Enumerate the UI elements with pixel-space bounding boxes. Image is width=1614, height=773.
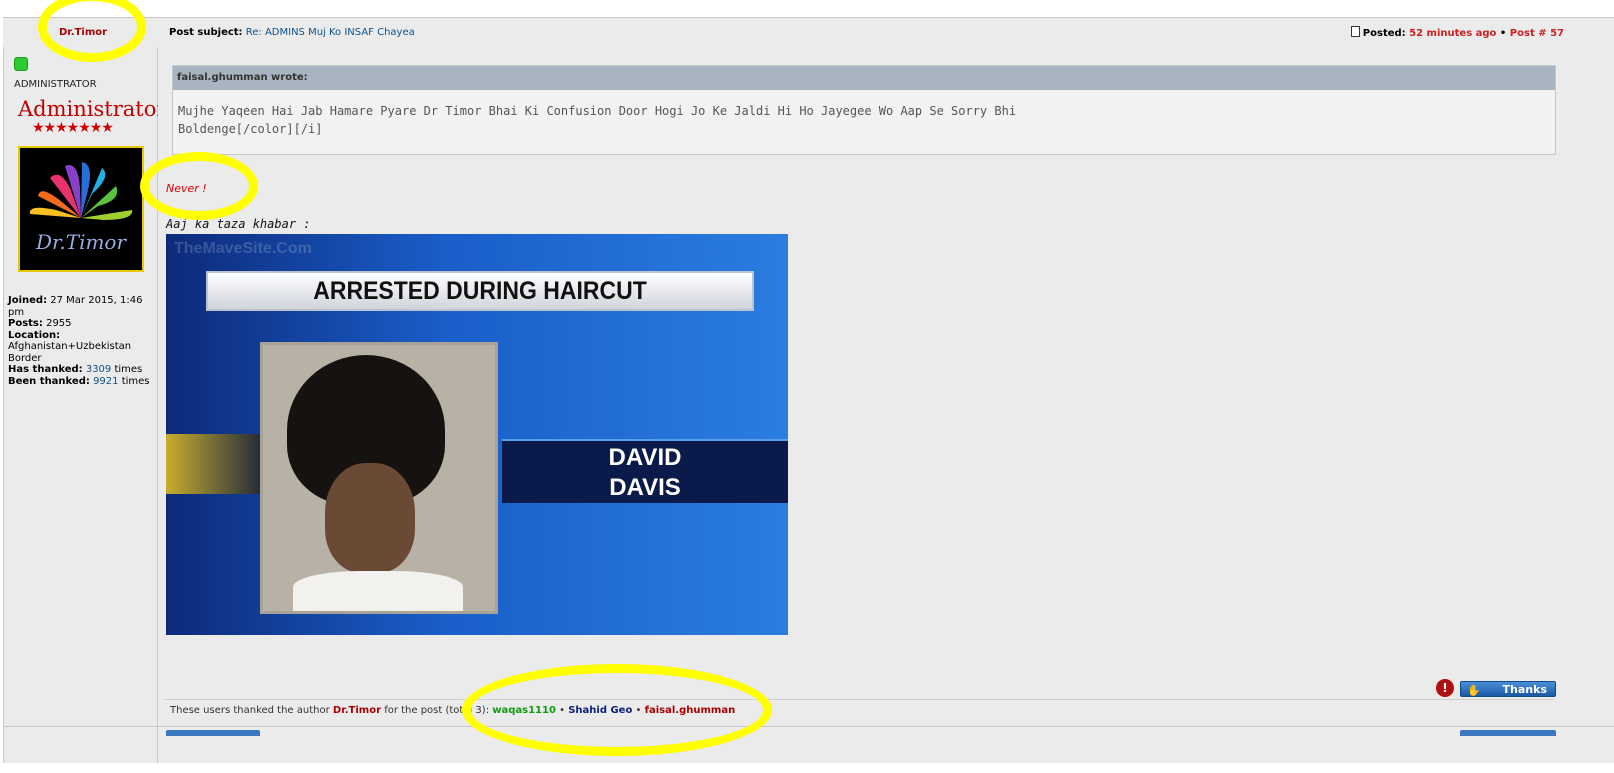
image-caption: Aaj ka taza khabar : [166,217,311,231]
avatar[interactable]: Dr.Timor [18,146,144,272]
post-subject-label: Post subject: [169,27,243,38]
thanked-user-3[interactable]: faisal.ghumman [645,705,736,716]
peacock-logo-icon [29,162,133,220]
posted-time: 52 minutes ago [1409,28,1497,39]
image-watermark: TheMaveSite.Com [174,240,312,257]
author-link[interactable]: Dr.Timor [59,27,107,38]
avatar-signature-text: Dr.Timor [35,230,127,254]
mugshot-photo [260,342,498,614]
news-name-line-1: DAVID [608,444,682,471]
quote-line-1: Mujhe Yaqeen Hai Jab Hamare Pyare Dr Tim… [178,104,1017,118]
posted-info: Posted: 52 minutes ago • Post # 57 [1350,26,1564,39]
next-post-left-button[interactable] [166,730,260,736]
report-warning-icon[interactable]: ! [1436,679,1454,697]
mugshot-face [325,463,415,573]
thanked-user-1[interactable]: waqas1110 [492,705,556,716]
news-headline-bar: ARRESTED DURING HAIRCUT [206,271,754,311]
posted-separator: • [1499,28,1507,39]
been-thanked-suffix: times [121,375,150,387]
has-thanked-label: Has thanked: [8,364,83,375]
thanks-label: Thanks [1502,683,1547,696]
author-profile-column: ADMINISTRATOR Administrator ★★★★★★★ Dr.T… [3,47,166,763]
news-name-line-2: DAVIS [609,474,681,501]
post-subject-link[interactable]: Re: ADMINS Muj Ko INSAF Chayea [246,27,415,38]
quote-block: faisal.ghumman wrote: Mujhe Yaqeen Hai J… [172,65,1556,155]
thanked-prefix: These users thanked the author [170,705,330,716]
has-thanked-link[interactable]: 3309 [86,364,111,375]
post-document-icon[interactable] [1350,26,1360,37]
post-container: Dr.Timor Post subject: Re: ADMINS Muj Ko… [0,17,1614,773]
news-image[interactable]: TheMaveSite.Com ARRESTED DURING HAIRCUT … [166,234,788,635]
thanked-separator-2: • [635,705,642,716]
thumb-hand-icon: ✋ [1467,684,1481,697]
post-number-link[interactable]: Post # 57 [1510,28,1564,39]
posts-value: 2955 [46,318,72,329]
quote-text: Mujhe Yaqeen Hai Jab Hamare Pyare Dr Tim… [173,90,1555,138]
been-thanked-label: Been thanked: [8,375,90,387]
online-status-icon [14,57,28,71]
next-post-right-button[interactable] [1460,730,1556,736]
police-tape-graphic [166,434,260,494]
rank-text: ADMINISTRATOR [14,79,97,90]
mugshot-shirt [293,571,463,611]
thanks-button[interactable]: ✋ Thanks [1460,681,1556,697]
thanked-user-2[interactable]: Shahid Geo [568,705,632,716]
location-label: Location: [8,329,61,341]
profile-details: Joined: 27 Mar 2015, 1:46 pm Posts: 2955… [8,295,153,387]
post-divider [164,699,1554,700]
next-post-top-border [3,726,1614,727]
has-thanked-suffix: times [114,364,143,375]
news-headline: ARRESTED DURING HAIRCUT [313,277,647,305]
been-thanked-link[interactable]: 9921 [93,376,118,387]
thanked-separator-1: • [559,705,566,716]
rank-stars-icon: ★★★★★★★ [32,120,114,136]
post-header: Dr.Timor Post subject: Re: ADMINS Muj Ko… [3,17,1614,48]
reply-text: Never ! [166,182,207,195]
rank-image-title: Administrator [18,97,167,121]
post-body: faisal.ghumman wrote: Mujhe Yaqeen Hai J… [158,47,1614,763]
posted-label: Posted: [1362,28,1406,39]
news-name-strip: DAVID DAVIS [502,439,788,503]
joined-label: Joined: [8,295,48,306]
thanked-suffix: for the post (total 3): [384,705,490,716]
quote-author: faisal.ghumman wrote: [173,66,1555,90]
posts-label: Posts: [8,318,43,329]
thanked-author-link[interactable]: Dr.Timor [333,705,381,716]
location-value: Afghanistan+Uzbekistan Border [8,341,132,364]
thanked-users-line: These users thanked the author Dr.Timor … [170,705,735,716]
quote-line-2: Boldenge[/color][/i] [178,122,323,136]
post-subject: Post subject: Re: ADMINS Muj Ko INSAF Ch… [169,27,415,38]
